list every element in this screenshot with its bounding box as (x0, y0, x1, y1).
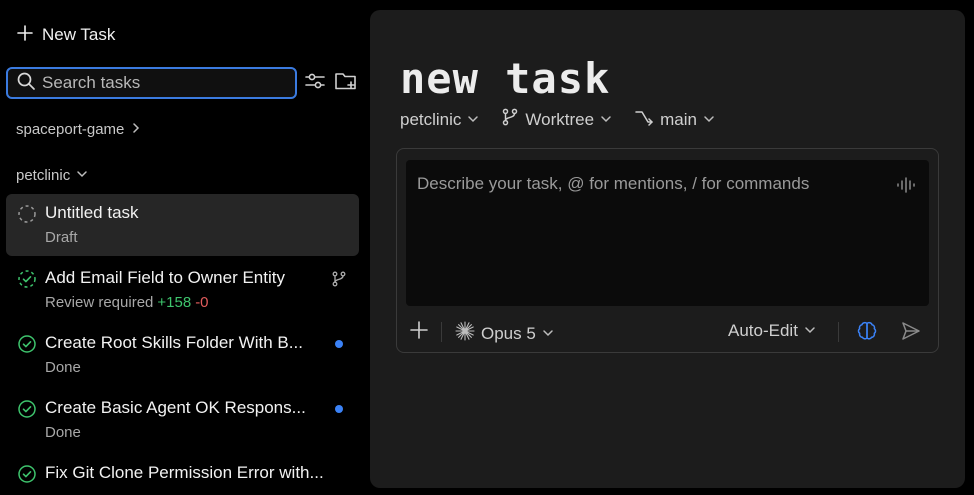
project-label: petclinic (400, 109, 462, 129)
worktree-label: Worktree (525, 109, 595, 129)
filter-button[interactable] (303, 71, 327, 95)
group-petclinic[interactable]: petclinic (16, 167, 88, 184)
mode-selector[interactable]: Auto-Edit (728, 321, 816, 341)
model-selector[interactable]: Opus 5 (455, 321, 554, 346)
task-status-line: Review required +158 -0 (45, 294, 209, 311)
model-label: Opus 5 (481, 323, 536, 343)
chevron-down-icon (703, 110, 715, 130)
lines-deleted: -0 (195, 294, 209, 311)
branch-label: main (660, 109, 697, 129)
brain-icon (856, 320, 878, 347)
lines-added: +158 (157, 294, 192, 311)
context-row: petclinic Worktree main (400, 108, 715, 131)
main-panel: new task petclinic Worktree main Describ… (370, 10, 965, 488)
git-branch-icon (501, 108, 519, 131)
task-status: Done (45, 424, 81, 441)
chevron-down-icon (542, 324, 554, 344)
task-item[interactable]: Untitled task Draft (6, 194, 359, 256)
task-title: Create Root Skills Folder With B... (45, 333, 303, 352)
search-icon (16, 71, 36, 96)
unread-dot (335, 405, 343, 413)
search-box[interactable] (6, 67, 297, 99)
task-title: Untitled task (45, 203, 139, 222)
unread-dot (335, 340, 343, 348)
page-title: new task (400, 54, 611, 103)
task-item[interactable]: Create Root Skills Folder With B... Done (6, 324, 359, 386)
thinking-toggle[interactable] (856, 320, 878, 347)
branch-selector[interactable]: main (634, 108, 715, 131)
chevron-right-icon (130, 121, 142, 138)
done-status-icon (17, 334, 37, 354)
divider (441, 322, 442, 342)
plus-icon (16, 24, 34, 46)
sidebar: New Task spaceport-game petclinic Unt (0, 0, 366, 495)
task-item[interactable]: Add Email Field to Owner Entity Review r… (6, 259, 359, 321)
send-icon (900, 320, 922, 347)
send-button[interactable] (900, 320, 922, 347)
project-selector[interactable]: petclinic (400, 110, 479, 130)
new-task-button[interactable]: New Task (16, 24, 115, 46)
group-label: petclinic (16, 167, 71, 184)
task-status: Done (45, 359, 81, 376)
review-status-icon (17, 269, 37, 289)
group-label: spaceport-game (16, 121, 125, 138)
draft-status-icon (17, 204, 37, 224)
attach-button[interactable] (409, 320, 429, 345)
divider (838, 322, 839, 342)
task-title: Add Email Field to Owner Entity (45, 268, 285, 287)
mode-label: Auto-Edit (728, 321, 798, 340)
task-title: Fix Git Clone Permission Error with... (45, 463, 324, 482)
new-folder-button[interactable] (334, 71, 358, 95)
git-branch-icon (331, 271, 347, 287)
task-item[interactable]: Fix Git Clone Permission Error with... (6, 454, 359, 495)
task-title: Create Basic Agent OK Respons... (45, 398, 306, 417)
task-composer: Opus 5 Auto-Edit (396, 148, 939, 353)
chevron-down-icon (600, 110, 612, 130)
plus-icon (409, 320, 429, 345)
task-status: Draft (45, 229, 78, 246)
chevron-down-icon (467, 110, 479, 130)
group-spaceport-game[interactable]: spaceport-game (16, 121, 142, 138)
chevron-down-icon (804, 321, 816, 341)
new-task-label: New Task (42, 25, 116, 44)
branch-merge-icon (634, 108, 654, 131)
folder-plus-icon (334, 70, 358, 97)
sparkle-icon (455, 321, 475, 346)
voice-input-icon[interactable] (895, 174, 917, 196)
search-input[interactable] (42, 73, 282, 93)
task-item[interactable]: Create Basic Agent OK Respons... Done (6, 389, 359, 451)
done-status-icon (17, 464, 37, 484)
composer-toolbar: Opus 5 Auto-Edit (397, 314, 940, 350)
worktree-selector[interactable]: Worktree (501, 108, 612, 131)
chevron-down-icon (76, 167, 88, 184)
done-status-icon (17, 399, 37, 419)
sliders-icon (304, 70, 326, 97)
composer-input-area (406, 160, 929, 306)
task-description-input[interactable] (406, 160, 929, 306)
task-status: Review required (45, 294, 154, 311)
